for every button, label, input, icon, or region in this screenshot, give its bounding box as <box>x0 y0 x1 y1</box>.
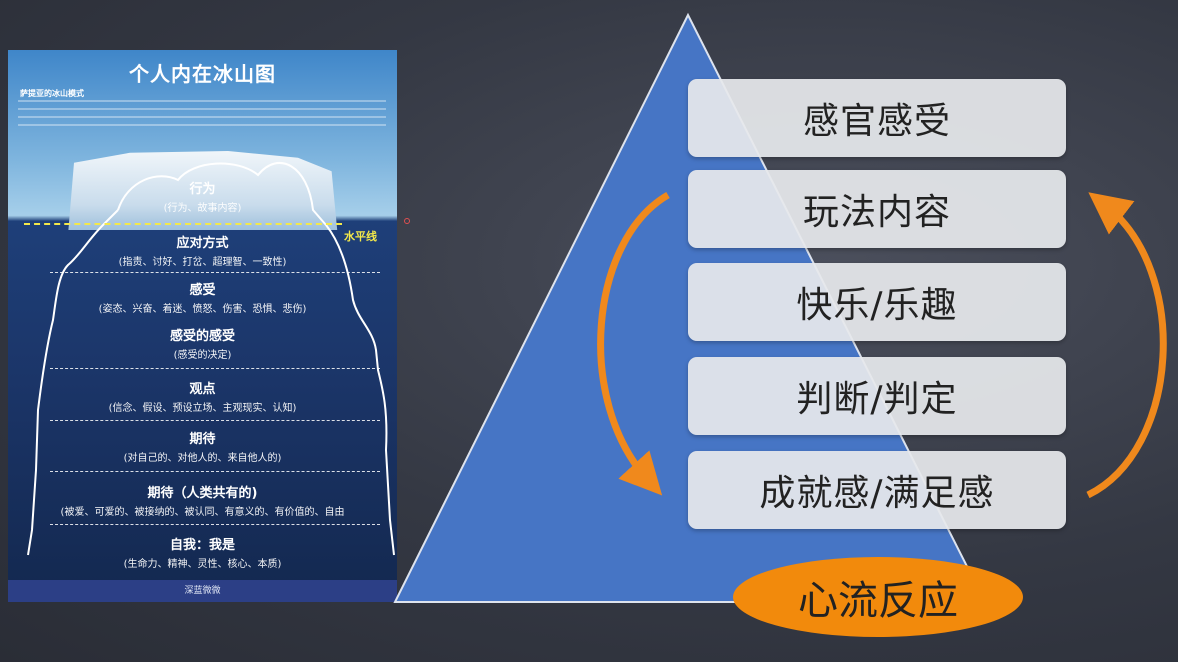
flow-response-ellipse: 心流反应 <box>733 557 1023 637</box>
left-down-arrow <box>597 191 670 496</box>
right-up-arrow <box>1086 192 1167 499</box>
cycle-arrows <box>597 191 1167 499</box>
